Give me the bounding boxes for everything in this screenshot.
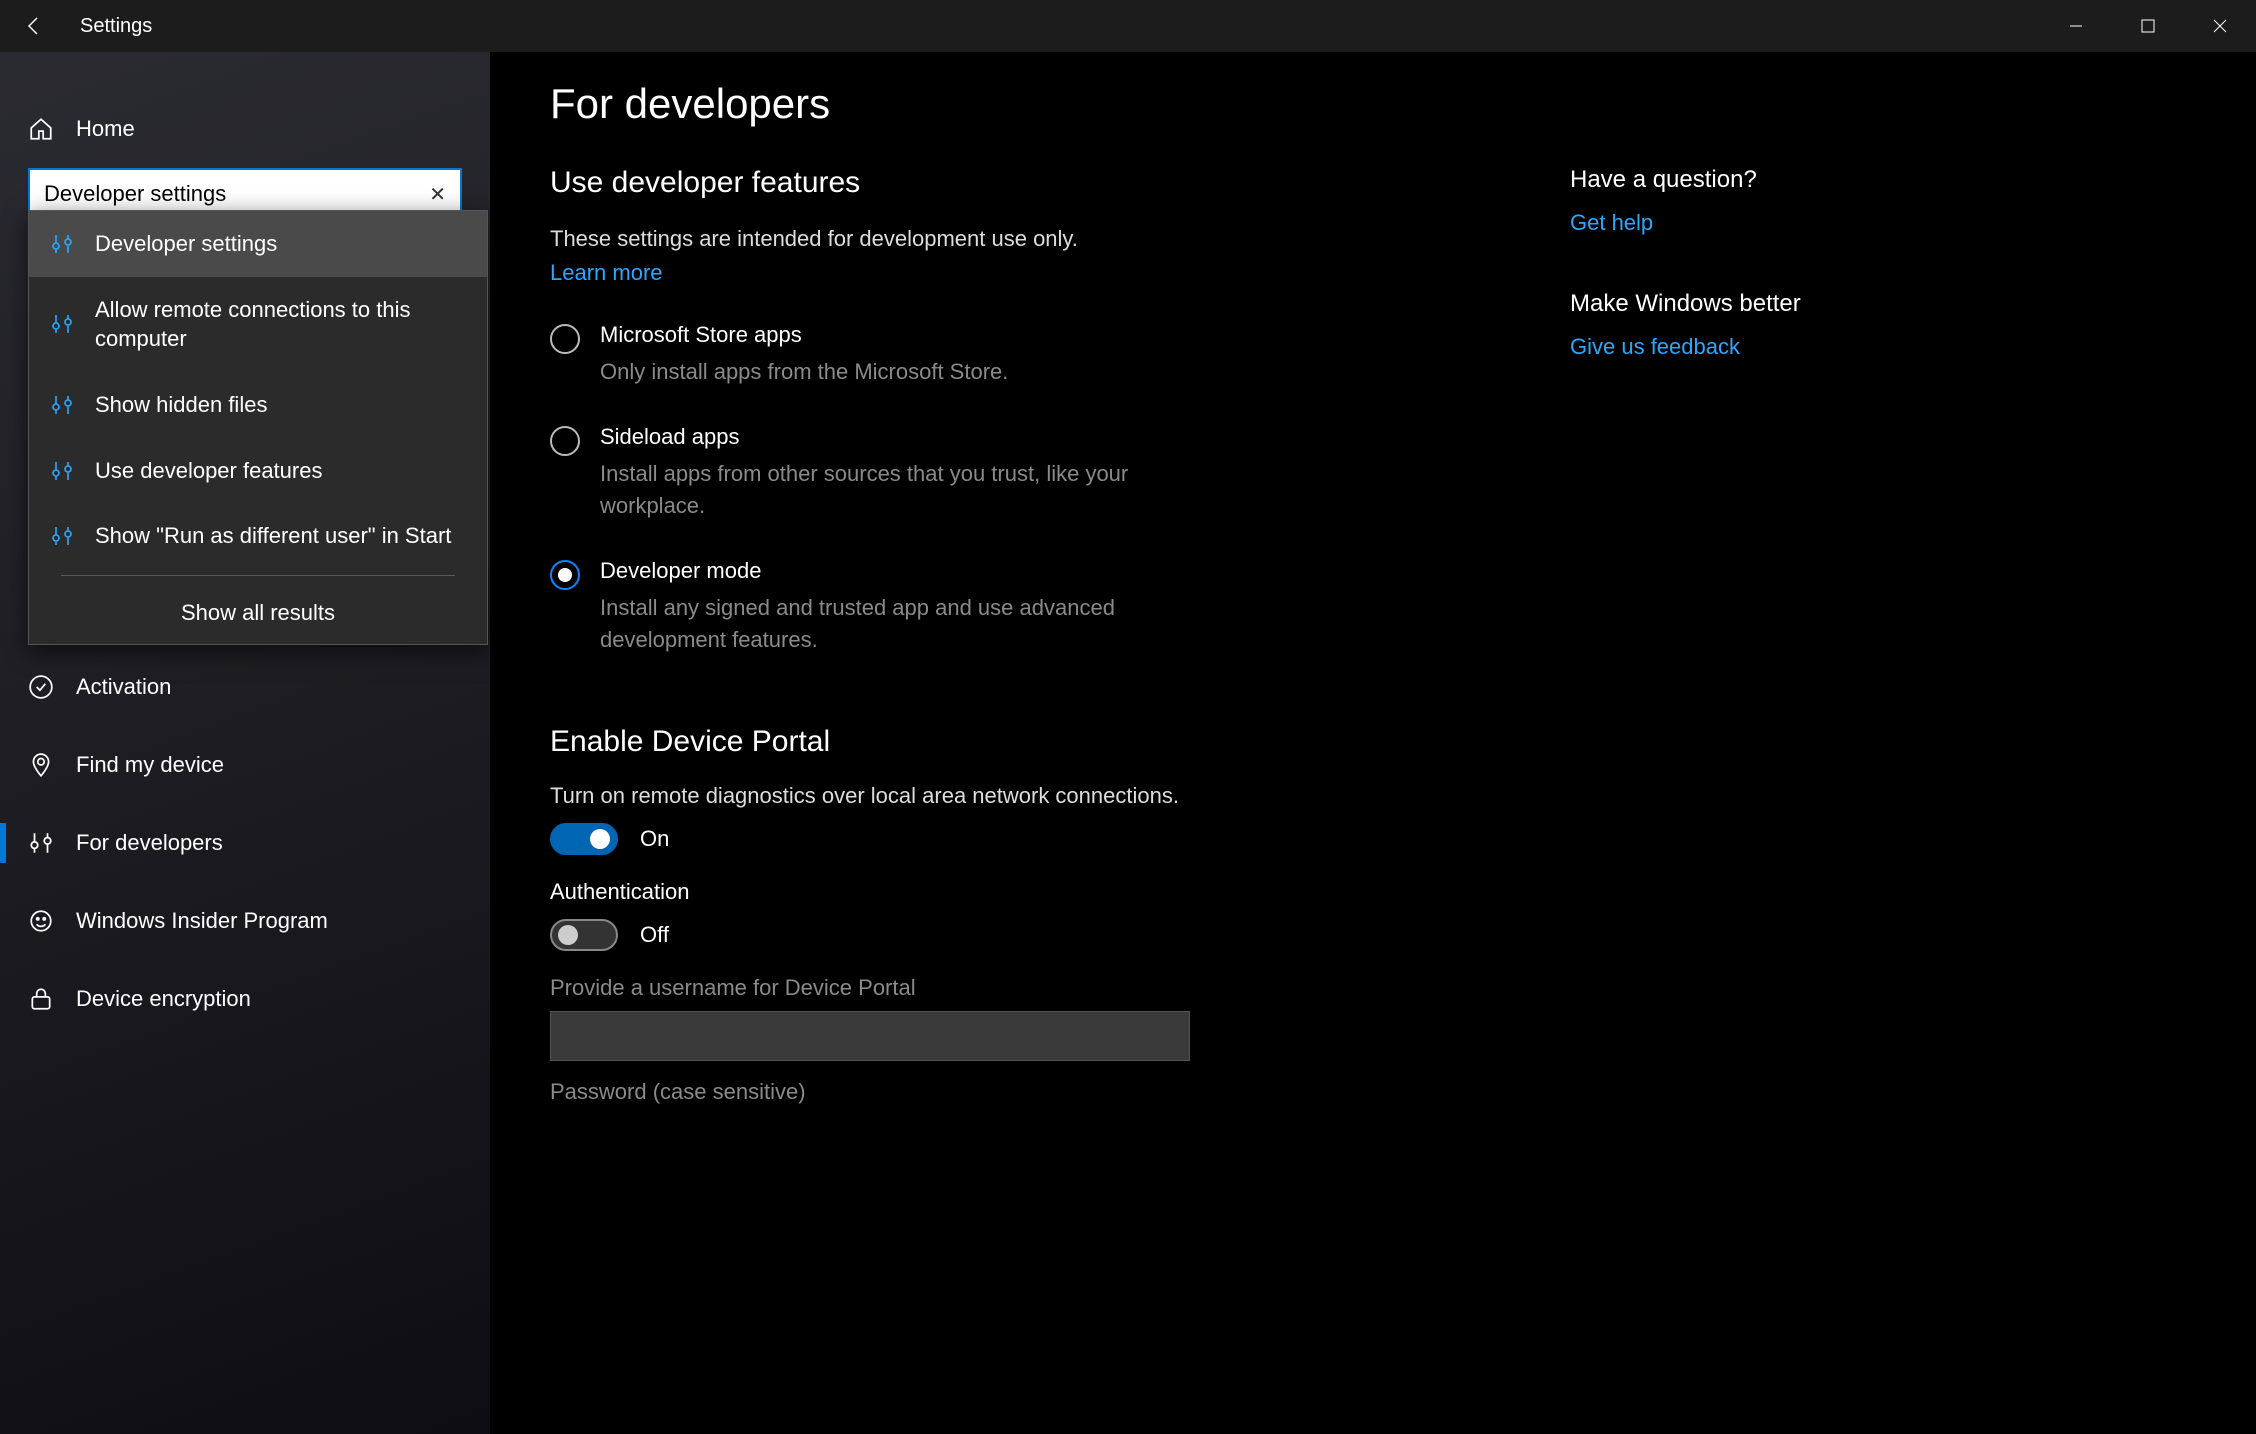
search-input[interactable] <box>44 181 429 207</box>
home-label: Home <box>76 116 135 142</box>
maximize-button[interactable] <box>2112 0 2184 52</box>
features-heading: Use developer features <box>550 166 1570 200</box>
radio-icon <box>550 560 580 590</box>
radio-label: Microsoft Store apps <box>600 322 1008 348</box>
sidebar-item-label: Activation <box>76 674 171 700</box>
radio-icon <box>550 324 580 354</box>
sliders-icon <box>49 311 75 337</box>
encryption-icon <box>28 986 54 1012</box>
dropdown-divider <box>61 575 455 576</box>
minimize-button[interactable] <box>2040 0 2112 52</box>
home-nav[interactable]: Home <box>0 90 490 168</box>
radio-store-apps[interactable]: Microsoft Store apps Only install apps f… <box>550 322 1570 388</box>
question-heading: Have a question? <box>1570 166 1950 194</box>
sidebar-item-label: Windows Insider Program <box>76 908 328 934</box>
radio-icon <box>550 426 580 456</box>
radio-sideload[interactable]: Sideload apps Install apps from other so… <box>550 424 1570 522</box>
clear-search-icon[interactable]: ✕ <box>429 182 446 207</box>
sidebar-item-find-device[interactable]: Find my device <box>0 726 490 804</box>
radio-label: Sideload apps <box>600 424 1200 450</box>
page-title: For developers <box>550 80 1570 128</box>
app-title: Settings <box>68 15 152 38</box>
radio-sub: Install any signed and trusted app and u… <box>600 592 1200 656</box>
sidebar-item-label: For developers <box>76 830 223 856</box>
dropdown-item-label: Show hidden files <box>95 390 267 420</box>
dropdown-item[interactable]: Show "Run as different user" in Start <box>29 503 487 569</box>
sliders-icon <box>49 392 75 418</box>
developers-icon <box>28 830 54 856</box>
dropdown-item-label: Developer settings <box>95 229 277 259</box>
sidebar-item-activation[interactable]: Activation <box>0 648 490 726</box>
dropdown-item-label: Use developer features <box>95 456 322 486</box>
dropdown-item[interactable]: Allow remote connections to this compute… <box>29 277 487 372</box>
dropdown-item[interactable]: Developer settings <box>29 211 487 277</box>
username-label: Provide a username for Device Portal <box>550 975 1570 1001</box>
activation-icon <box>28 674 54 700</box>
show-all-results[interactable]: Show all results <box>29 582 487 644</box>
radio-label: Developer mode <box>600 558 1200 584</box>
dropdown-item-label: Show "Run as different user" in Start <box>95 521 451 551</box>
find-device-icon <box>28 752 54 778</box>
sliders-icon <box>49 231 75 257</box>
learn-more-link[interactable]: Learn more <box>550 260 663 286</box>
home-icon <box>28 116 54 142</box>
toggle-state: Off <box>640 922 669 948</box>
sidebar-item-encryption[interactable]: Device encryption <box>0 960 490 1038</box>
sidebar-item-insider[interactable]: Windows Insider Program <box>0 882 490 960</box>
dropdown-item-label: Allow remote connections to this compute… <box>95 295 467 354</box>
radio-sub: Only install apps from the Microsoft Sto… <box>600 356 1008 388</box>
feedback-heading: Make Windows better <box>1570 290 1950 318</box>
radio-developer-mode[interactable]: Developer mode Install any signed and tr… <box>550 558 1570 656</box>
get-help-link[interactable]: Get help <box>1570 210 1653 236</box>
sidebar-item-label: Device encryption <box>76 986 251 1012</box>
portal-desc: Turn on remote diagnostics over local ar… <box>550 783 1570 809</box>
sliders-icon <box>49 523 75 549</box>
feedback-link[interactable]: Give us feedback <box>1570 334 1740 360</box>
radio-sub: Install apps from other sources that you… <box>600 458 1200 522</box>
back-button[interactable] <box>0 0 68 52</box>
toggle-state: On <box>640 826 669 852</box>
sidebar-item-for-developers[interactable]: For developers <box>0 804 490 882</box>
portal-heading: Enable Device Portal <box>550 725 1570 759</box>
password-label: Password (case sensitive) <box>550 1079 1570 1105</box>
dropdown-item[interactable]: Use developer features <box>29 438 487 504</box>
sidebar-item-label: Find my device <box>76 752 224 778</box>
sliders-icon <box>49 458 75 484</box>
username-input[interactable] <box>550 1011 1190 1061</box>
search-dropdown: Developer settings Allow remote connecti… <box>28 210 488 645</box>
device-portal-toggle[interactable] <box>550 823 618 855</box>
dropdown-item[interactable]: Show hidden files <box>29 372 487 438</box>
close-button[interactable] <box>2184 0 2256 52</box>
features-desc: These settings are intended for developm… <box>550 226 1570 252</box>
insider-icon <box>28 908 54 934</box>
auth-toggle[interactable] <box>550 919 618 951</box>
auth-label: Authentication <box>550 879 1570 905</box>
